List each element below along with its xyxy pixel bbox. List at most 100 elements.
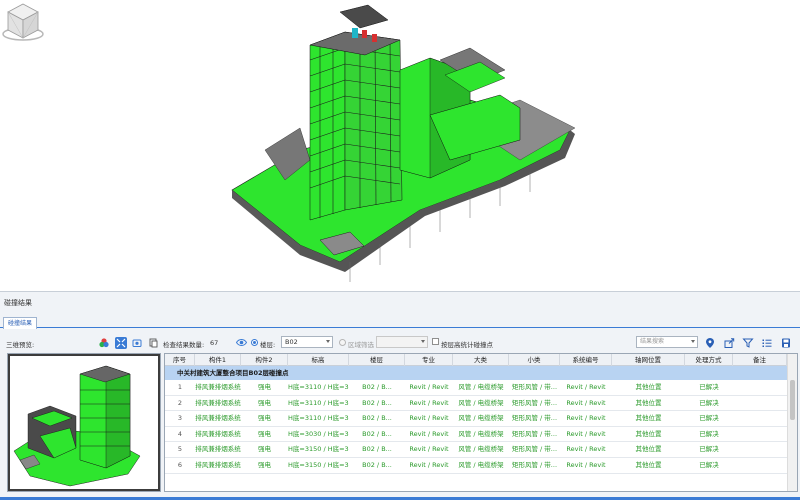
table-cell: H底=3030 / H底=3400 bbox=[288, 429, 349, 438]
table-row[interactable]: 5 排风兼排烟系统 强电 H底=3150 / H底=3400 B02 / B... Rev… bbox=[165, 442, 787, 458]
table-cell: 已解决 bbox=[699, 461, 719, 469]
save-icon[interactable] bbox=[780, 337, 792, 349]
list-icon[interactable] bbox=[761, 337, 773, 349]
scrollbar-thumb[interactable] bbox=[790, 380, 795, 420]
table-cell: 其他位置 bbox=[635, 445, 662, 454]
collision-results-table[interactable]: 序号 构件1 构件2 标高 楼层 专业 大类 小类 系统编号 轴网位置 处理方式 备注 中关村建筑大厦… bbox=[164, 353, 798, 492]
floor-select[interactable]: B02 bbox=[281, 336, 333, 348]
table-cell: 风管 / 电缆桥架 bbox=[458, 383, 504, 391]
table-cell: 6 bbox=[177, 461, 183, 469]
view-cube-icon[interactable] bbox=[0, 0, 46, 46]
column-header[interactable]: 处理方式 bbox=[685, 354, 733, 366]
floor-select-value: B02 bbox=[285, 338, 298, 346]
table-cell: 强电 bbox=[258, 398, 271, 407]
table-cell: H底=3110 / H底=3400 bbox=[288, 383, 349, 391]
table-cell: 其他位置 bbox=[635, 429, 662, 438]
chevron-down-icon bbox=[691, 340, 695, 343]
location-icon[interactable] bbox=[704, 337, 716, 349]
table-cell: 矩形风管 / 带... bbox=[511, 445, 558, 454]
column-header[interactable]: 序号 bbox=[165, 354, 195, 366]
table-cell: 其他位置 bbox=[635, 398, 662, 407]
table-cell: Revit / Revit bbox=[566, 445, 606, 454]
table-cell: H底=3150 / H底=3400 bbox=[288, 461, 349, 469]
table-cell: Revit / Revit bbox=[409, 429, 449, 438]
table-cell bbox=[733, 380, 787, 395]
tab-collision-results[interactable]: 碰撞结果 bbox=[3, 317, 38, 329]
table-group-row[interactable]: 中关村建筑大厦整合项目B02层碰撞点 bbox=[165, 366, 787, 380]
table-cell: H底=3110 / H底=3400 bbox=[288, 398, 349, 407]
result-count-label: 检查结果数量: bbox=[163, 341, 205, 349]
table-cell: 强电 bbox=[258, 461, 271, 469]
table-cell bbox=[733, 442, 787, 457]
table-cell: 已解决 bbox=[699, 383, 719, 391]
table-row[interactable]: 6 排风兼排烟系统 强电 H底=3150 / H底=3400 B02 / B... Rev… bbox=[165, 458, 787, 474]
table-cell: 已解决 bbox=[699, 429, 719, 438]
table-cell: 风管 / 电缆桥架 bbox=[458, 414, 504, 423]
chevron-down-icon bbox=[421, 340, 425, 343]
column-header[interactable]: 小类 bbox=[509, 354, 560, 366]
preview-building-model bbox=[13, 365, 141, 487]
screenshot-icon[interactable] bbox=[131, 337, 143, 349]
result-search-input[interactable]: 结果搜索 bbox=[636, 336, 698, 348]
column-header[interactable]: 系统编号 bbox=[560, 354, 612, 366]
table-cell: 已解决 bbox=[699, 414, 719, 423]
table-cell: 其他位置 bbox=[635, 383, 662, 391]
table-cell bbox=[733, 427, 787, 442]
floor-label: 楼层: bbox=[260, 341, 276, 349]
table-cell: H底=3110 / H底=3400 bbox=[288, 414, 349, 423]
table-cell: Revit / Revit bbox=[566, 398, 606, 407]
floor-height-checkbox[interactable] bbox=[432, 338, 439, 345]
column-header[interactable]: 构件1 bbox=[195, 354, 241, 366]
table-cell: Revit / Revit bbox=[409, 383, 449, 391]
floor-height-checkbox-label: 按层高统计碰撞点 bbox=[441, 341, 493, 349]
table-cell: 强电 bbox=[258, 445, 271, 454]
table-cell: 已解决 bbox=[699, 398, 719, 407]
filter-icon[interactable] bbox=[742, 337, 754, 349]
table-scrollbar[interactable] bbox=[787, 354, 797, 491]
table-cell: 风管 / 电缆桥架 bbox=[458, 398, 504, 407]
floor-radio[interactable] bbox=[251, 339, 258, 346]
export-icon[interactable] bbox=[723, 337, 735, 349]
area-select[interactable] bbox=[376, 336, 428, 348]
column-header[interactable]: 专业 bbox=[405, 354, 453, 366]
app-window: 碰撞结果 碰撞结果 三维预览: 检查结果数量: 67 楼层: B02 区域筛选 … bbox=[0, 0, 800, 500]
column-header[interactable]: 楼层 bbox=[349, 354, 405, 366]
column-header[interactable]: 构件2 bbox=[241, 354, 288, 366]
column-header[interactable]: 轴网位置 bbox=[612, 354, 685, 366]
table-cell: Revit / Revit bbox=[566, 414, 606, 423]
area-radio[interactable] bbox=[339, 339, 346, 346]
copy-icon[interactable] bbox=[147, 337, 159, 349]
table-row[interactable]: 3 排风兼排烟系统 强电 H底=3110 / H底=3400 B02 / B... Rev… bbox=[165, 411, 787, 427]
eye-icon[interactable] bbox=[236, 338, 247, 347]
column-header[interactable]: 大类 bbox=[453, 354, 509, 366]
table-cell: Revit / Revit bbox=[566, 429, 606, 438]
table-row[interactable]: 2 排风兼排烟系统 强电 H底=3110 / H底=3400 B02 / B... Rev… bbox=[165, 396, 787, 412]
collision-results-panel: 碰撞结果 碰撞结果 三维预览: 检查结果数量: 67 楼层: B02 区域筛选 … bbox=[0, 291, 800, 500]
table-cell: B02 / B... bbox=[362, 461, 392, 469]
table-cell: 5 bbox=[177, 445, 183, 454]
table-cell: B02 / B... bbox=[362, 383, 392, 391]
table-cell: 已解决 bbox=[699, 445, 719, 454]
table-cell: 其他位置 bbox=[635, 461, 662, 469]
color-icon[interactable] bbox=[98, 337, 110, 349]
table-row[interactable]: 1 排风兼排烟系统 强电 H底=3110 / H底=3400 B02 / B... Rev… bbox=[165, 380, 787, 396]
table-cell bbox=[733, 411, 787, 426]
table-row[interactable]: 4 排风兼排烟系统 强电 H底=3030 / H底=3400 B02 / B... Rev… bbox=[165, 427, 787, 443]
table-cell: 矩形风管 / 带... bbox=[511, 414, 558, 423]
table-cell bbox=[733, 458, 787, 473]
column-header[interactable]: 标高 bbox=[288, 354, 349, 366]
table-cell: Revit / Revit bbox=[566, 461, 606, 469]
column-header[interactable]: 备注 bbox=[733, 354, 787, 366]
preview-frame bbox=[8, 354, 160, 491]
table-cell: 矩形风管 / 带... bbox=[511, 398, 558, 407]
table-cell: 强电 bbox=[258, 414, 271, 423]
table-cell: 矩形风管 / 带... bbox=[511, 461, 558, 469]
table-cell: B02 / B... bbox=[362, 445, 392, 454]
fit-view-icon[interactable] bbox=[115, 337, 127, 349]
table-cell: 2 bbox=[177, 398, 183, 407]
3d-preview[interactable] bbox=[7, 353, 161, 492]
preview-label: 三维预览: bbox=[6, 341, 35, 349]
3d-viewport[interactable] bbox=[0, 0, 800, 291]
table-cell: Revit / Revit bbox=[566, 383, 606, 391]
building-model bbox=[231, 4, 576, 282]
